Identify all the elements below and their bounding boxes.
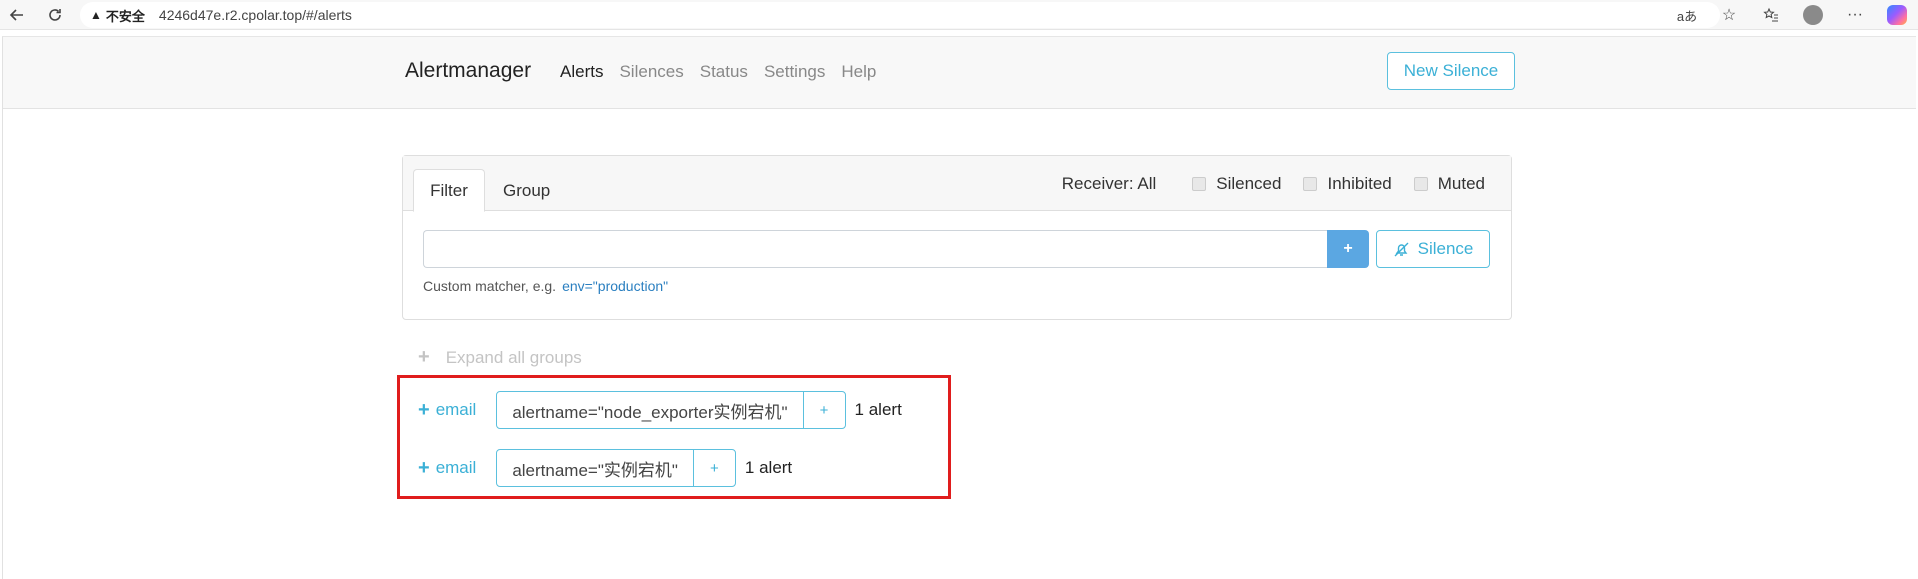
nav-silences[interactable]: Silences xyxy=(619,62,683,82)
matcher-help: Custom matcher, e.g. env="production" xyxy=(423,278,668,294)
expand-all-label: Expand all groups xyxy=(445,347,582,367)
checkbox-box[interactable] xyxy=(1192,177,1207,191)
plus-icon: + xyxy=(418,346,430,368)
url-text: 4246d47e.r2.cpolar.top/#/alerts xyxy=(158,7,352,23)
help-example: env="production" xyxy=(562,278,669,294)
group-label-button[interactable]: alertname="实例宕机" xyxy=(496,449,694,487)
add-matcher-button[interactable]: + xyxy=(1327,230,1369,268)
alert-group-row: + email alertname="实例宕机" + 1 alert xyxy=(418,449,792,487)
nav-status[interactable]: Status xyxy=(700,62,748,82)
favorites-icon[interactable] xyxy=(1750,0,1792,30)
expand-all-groups[interactable]: + Expand all groups xyxy=(418,346,582,369)
group-receiver[interactable]: email xyxy=(436,458,477,478)
nav-alerts[interactable]: Alerts xyxy=(560,62,603,82)
bell-slash-icon xyxy=(1394,242,1409,256)
more-icon[interactable]: ··· xyxy=(1834,0,1876,30)
profile-avatar[interactable] xyxy=(1792,0,1834,30)
silenced-checkbox[interactable]: Silenced xyxy=(1192,174,1281,194)
browser-actions: aあ ☆ ··· xyxy=(1666,0,1918,30)
filter-row: + Silence xyxy=(423,230,1490,268)
tab-filter[interactable]: Filter xyxy=(413,169,485,212)
star-icon[interactable]: ☆ xyxy=(1708,0,1750,30)
browser-toolbar: ▲ 不安全 4246d47e.r2.cpolar.top/#/alerts aあ… xyxy=(0,0,1918,30)
copilot-icon[interactable] xyxy=(1876,0,1918,30)
read-aloud-icon[interactable]: aあ xyxy=(1666,0,1708,30)
inhibited-checkbox[interactable]: Inhibited xyxy=(1303,174,1392,194)
matcher-input[interactable] xyxy=(423,230,1327,268)
address-bar[interactable]: ▲ 不安全 4246d47e.r2.cpolar.top/#/alerts xyxy=(80,2,1720,28)
checkbox-box[interactable] xyxy=(1413,177,1428,191)
new-silence-button[interactable]: New Silence xyxy=(1387,52,1515,90)
brand[interactable]: Alertmanager xyxy=(405,59,531,83)
muted-checkbox[interactable]: Muted xyxy=(1413,174,1485,194)
avatar-icon xyxy=(1803,5,1823,25)
insecure-label: 不安全 xyxy=(105,8,145,24)
filter-card: Filter Group Receiver: All Silenced Inhi… xyxy=(402,155,1512,320)
app-navbar: Alertmanager Alerts Silences Status Sett… xyxy=(3,37,1916,109)
group-receiver[interactable]: email xyxy=(436,400,477,420)
silence-button[interactable]: Silence xyxy=(1376,230,1490,268)
checkbox-label: Silenced xyxy=(1216,174,1282,193)
expand-group-icon[interactable]: + xyxy=(418,399,430,422)
checkbox-label: Inhibited xyxy=(1327,174,1392,193)
tab-group[interactable]: Group xyxy=(487,169,566,212)
nav-settings[interactable]: Settings xyxy=(764,62,825,82)
nav-help[interactable]: Help xyxy=(841,62,876,82)
add-label-filter-button[interactable]: + xyxy=(692,449,736,487)
checkbox-label: Muted xyxy=(1437,174,1485,193)
nav-links: Alerts Silences Status Settings Help xyxy=(560,62,892,82)
expand-group-icon[interactable]: + xyxy=(418,457,430,480)
group-label-button[interactable]: alertname="node_exporter实例宕机" xyxy=(496,391,804,429)
help-prefix: Custom matcher, e.g. xyxy=(423,278,557,294)
receiver-select[interactable]: Receiver: All xyxy=(1062,174,1156,194)
filter-options: Receiver: All Silenced Inhibited Muted xyxy=(1062,174,1485,194)
alert-group-row: + email alertname="node_exporter实例宕机" + … xyxy=(418,391,902,429)
silence-button-label: Silence xyxy=(1417,239,1474,258)
filter-card-header: Filter Group Receiver: All Silenced Inhi… xyxy=(403,156,1511,212)
alert-count: 1 alert xyxy=(744,458,793,477)
warning-icon: ▲ xyxy=(90,8,102,22)
add-label-filter-button[interactable]: + xyxy=(802,391,846,429)
reload-icon[interactable] xyxy=(38,0,72,30)
alert-count: 1 alert xyxy=(854,400,902,419)
back-icon[interactable] xyxy=(0,0,34,30)
checkbox-box[interactable] xyxy=(1303,177,1318,191)
